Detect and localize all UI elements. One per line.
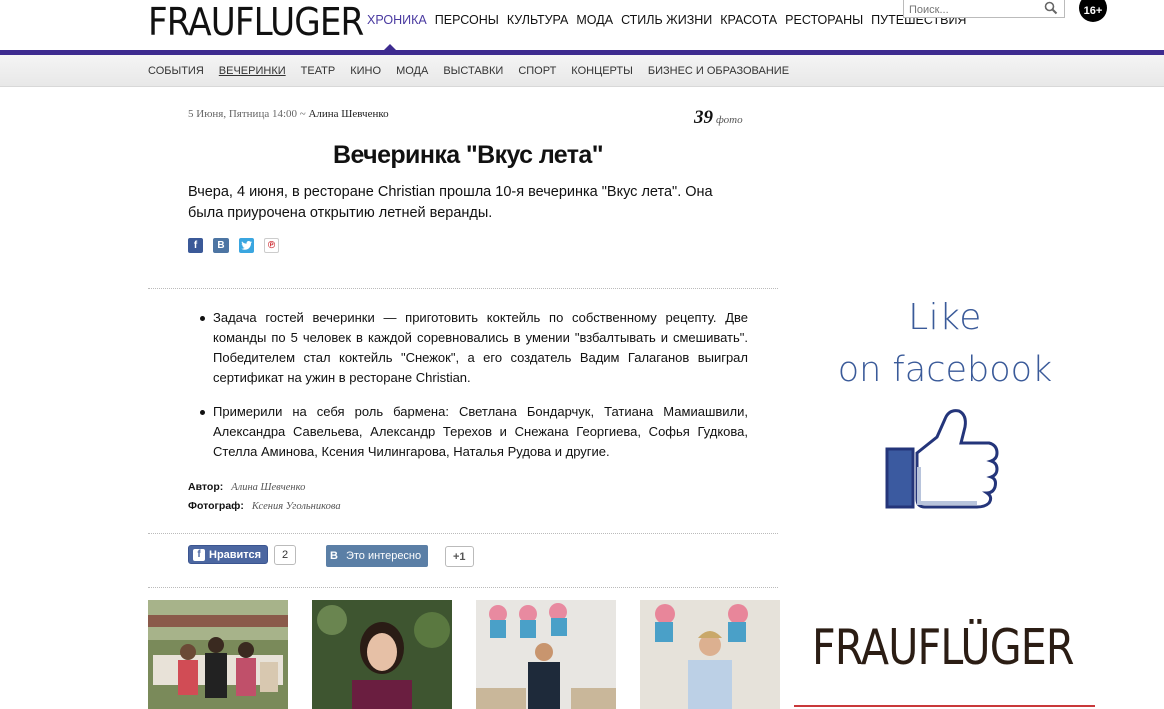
subnav-item-sport[interactable]: СПОРТ	[518, 65, 556, 77]
vk-like-count: +1	[445, 546, 474, 567]
subnav-item-parties[interactable]: ВЕЧЕРИНКИ	[219, 65, 286, 77]
facebook-promo-line1: Like	[908, 297, 982, 338]
photo-count[interactable]: 39 фото	[694, 107, 743, 129]
facebook-like-button[interactable]: f Нравится	[188, 545, 269, 564]
subnav-item-exhibitions[interactable]: ВЫСТАВКИ	[443, 65, 503, 77]
article-meta: 5 Июня, Пятница 14:00 ~ Алина Шевченко	[188, 108, 389, 120]
photo-count-label: фото	[716, 114, 743, 126]
vkontakte-icon[interactable]: В	[213, 238, 229, 253]
facebook-icon[interactable]: f	[188, 238, 203, 253]
divider	[148, 587, 778, 588]
article-lead: Вчера, 4 июня, в ресторане Christian про…	[188, 184, 713, 221]
list-item: Примерили на себя роль бармена: Светлана…	[200, 402, 748, 462]
search-icon[interactable]	[1044, 1, 1058, 15]
vkontakte-icon: В	[330, 550, 338, 562]
twitter-icon[interactable]	[239, 238, 254, 253]
divider	[148, 288, 778, 289]
photographer-label: Фотограф:	[188, 500, 244, 512]
sub-nav: СОБЫТИЯ ВЕЧЕРИНКИ ТЕАТР КИНО МОДА ВЫСТАВ…	[0, 55, 1164, 87]
facebook-promo-line2: on facebook	[837, 350, 1053, 390]
vk-like-label: Это интересно	[345, 550, 422, 562]
article-credits: Автор: Алина Шевченко Фотограф: Ксения Уго…	[188, 478, 341, 516]
search-box	[903, 0, 1065, 18]
nav-item-lifestyle[interactable]: СТИЛЬ ЖИЗНИ	[621, 13, 712, 27]
site-logo[interactable]: FRAUFLUGER	[148, 0, 364, 44]
sidebar-logo-underline	[794, 705, 1095, 707]
facebook-like-count: 2	[274, 545, 297, 565]
subnav-item-events[interactable]: СОБЫТИЯ	[148, 65, 204, 77]
article-body: Задача гостей вечеринки — приготовить ко…	[200, 308, 748, 476]
nav-item-persons[interactable]: ПЕРСОНЫ	[435, 13, 499, 27]
subnav-item-theatre[interactable]: ТЕАТР	[301, 65, 336, 77]
gallery-thumbnail[interactable]	[640, 600, 780, 709]
gallery-thumbnail[interactable]	[312, 600, 452, 709]
photographer-value[interactable]: Ксения Угольникова	[252, 501, 341, 512]
sidebar-logo[interactable]: FRAUFLÜGER	[812, 620, 1075, 676]
article-author[interactable]: Алина Шевченко	[308, 108, 388, 120]
gallery-thumbnail[interactable]	[148, 600, 288, 709]
nav-item-fashion[interactable]: МОДА	[576, 13, 613, 27]
search-input[interactable]	[904, 2, 1034, 18]
subnav-item-cinema[interactable]: КИНО	[350, 65, 381, 77]
facebook-like-label: Нравится	[209, 548, 262, 561]
article-title: Вечеринка "Вкус лета"	[333, 141, 604, 169]
nav-item-beauty[interactable]: КРАСОТА	[720, 13, 777, 27]
author-label: Автор:	[188, 481, 224, 493]
pinterest-icon[interactable]: ℗	[264, 238, 279, 253]
photo-count-number: 39	[694, 107, 713, 128]
subnav-item-fashion[interactable]: МОДА	[396, 65, 428, 77]
gallery-thumbnail[interactable]	[476, 600, 616, 709]
divider	[148, 533, 778, 534]
nav-item-restaurants[interactable]: РЕСТОРАНЫ	[785, 13, 863, 27]
site-header: FRAUFLUGER ХРОНИКА ПЕРСОНЫ КУЛЬТУРА МОДА…	[0, 0, 1164, 52]
article-date: 5 Июня, Пятница 14:00 ~	[188, 108, 306, 120]
age-rating-badge: 16+	[1079, 0, 1107, 22]
subnav-item-concerts[interactable]: КОНЦЕРТЫ	[571, 65, 633, 77]
list-item: Задача гостей вечеринки — приготовить ко…	[200, 308, 748, 388]
vk-like-button[interactable]: В Это интересно	[326, 545, 429, 567]
share-icons: f В ℗	[188, 238, 279, 253]
subnav-item-business[interactable]: БИЗНЕС И ОБРАЗОВАНИЕ	[648, 65, 789, 77]
main-nav: ХРОНИКА ПЕРСОНЫ КУЛЬТУРА МОДА СТИЛЬ ЖИЗН…	[367, 13, 974, 27]
nav-item-culture[interactable]: КУЛЬТУРА	[507, 13, 569, 27]
nav-item-chronicle[interactable]: ХРОНИКА	[367, 13, 427, 27]
facebook-icon: f	[193, 548, 205, 561]
author-value[interactable]: Алина Шевченко	[231, 482, 305, 493]
thumbs-up-icon[interactable]	[885, 407, 1000, 509]
facebook-promo[interactable]: Like on facebook	[800, 292, 1090, 396]
